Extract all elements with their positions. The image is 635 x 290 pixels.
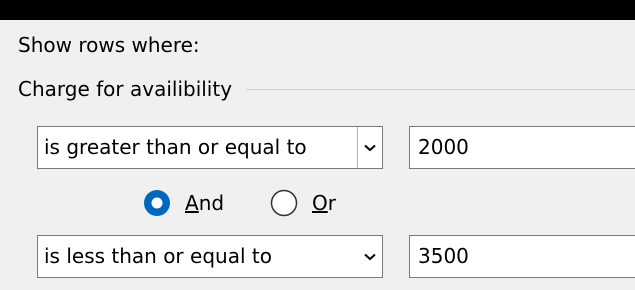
group-divider bbox=[246, 88, 635, 90]
operator-select-1[interactable]: is greater than or equal to bbox=[37, 126, 383, 169]
chevron-down-icon[interactable] bbox=[357, 127, 382, 168]
and-radio[interactable]: And bbox=[143, 186, 224, 220]
or-radio[interactable]: Or bbox=[270, 186, 336, 220]
column-group: Charge for availibility bbox=[18, 77, 635, 101]
value-input-2[interactable]: 3500 bbox=[409, 235, 635, 278]
column-name-label: Charge for availibility bbox=[18, 77, 233, 101]
radio-unchecked-icon[interactable] bbox=[270, 189, 298, 217]
custom-autofilter-dialog: Show rows where: Charge for availibility… bbox=[0, 20, 635, 290]
value-input-1[interactable]: 2000 bbox=[409, 126, 635, 169]
radio-checked-icon[interactable] bbox=[143, 189, 171, 217]
or-radio-label: Or bbox=[312, 191, 336, 215]
show-rows-label: Show rows where: bbox=[18, 33, 200, 57]
operator-select-1-value: is greater than or equal to bbox=[44, 135, 307, 159]
operator-select-2-value: is less than or equal to bbox=[44, 244, 272, 268]
chevron-down-icon[interactable] bbox=[358, 236, 382, 277]
and-radio-label: And bbox=[185, 191, 225, 215]
operator-select-2[interactable]: is less than or equal to bbox=[37, 235, 383, 278]
